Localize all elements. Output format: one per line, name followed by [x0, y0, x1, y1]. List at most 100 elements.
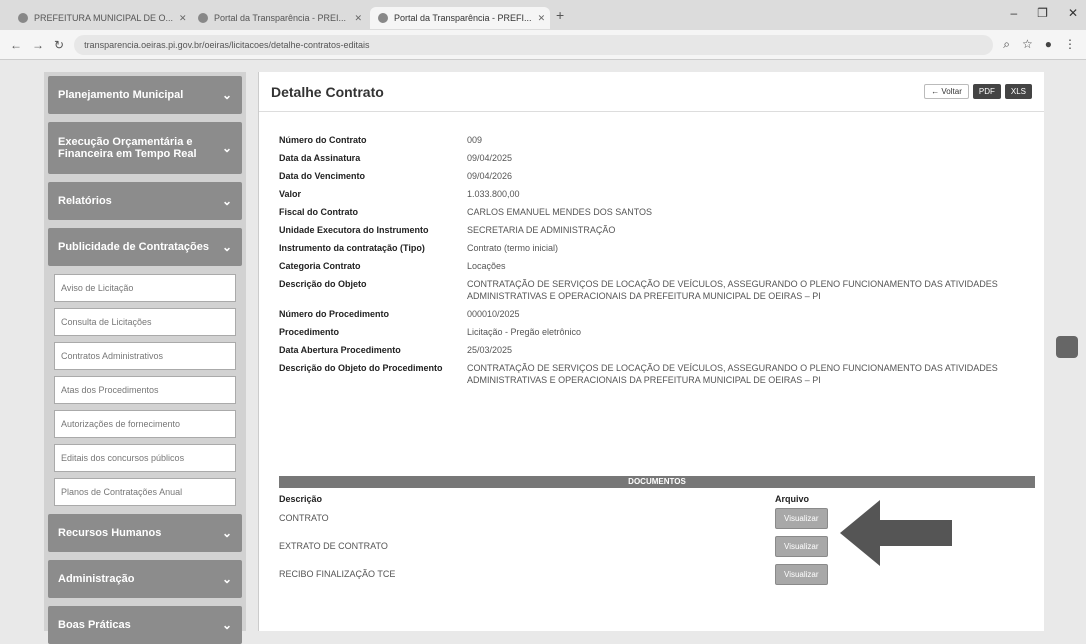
window-controls: – ❐ ✕ [1010, 6, 1078, 20]
detail-value: 1.033.800,00 [467, 189, 520, 199]
close-icon[interactable]: ✕ [354, 13, 362, 24]
view-button[interactable]: Visualizar [775, 507, 828, 529]
sidebar-item-contratos[interactable]: Contratos Administrativos [54, 342, 236, 370]
menu-dots-icon[interactable]: ⋮ [1064, 37, 1076, 52]
detail-value: CONTRATAÇÃO DE SERVIÇOS DE LOCAÇÃO DE VE… [467, 363, 998, 385]
document-description: CONTRATO [279, 513, 329, 523]
detail-row: Valor 1.033.800,00 [279, 188, 1019, 200]
pointer-arrow-icon [840, 500, 952, 566]
browser-tab-bar: PREFEITURA MUNICIPAL DE O... ✕ Portal da … [0, 0, 1086, 30]
forward-icon[interactable]: → [32, 38, 44, 52]
back-icon[interactable]: ← [10, 38, 22, 52]
zoom-icon[interactable]: ⌕ [1003, 37, 1010, 52]
detail-value: 09/04/2026 [467, 171, 513, 181]
tab-label: PREFEITURA MUNICIPAL DE O... [34, 13, 174, 23]
new-tab-icon[interactable]: + [556, 7, 564, 23]
favicon-icon [198, 13, 208, 23]
detail-label: Data Abertura Procedimento [279, 345, 401, 355]
detail-label: Valor [279, 189, 302, 199]
detail-label: Procedimento [279, 327, 340, 337]
url-field[interactable]: transparencia.oeiras.pi.gov.br/oeiras/li… [74, 34, 994, 55]
detail-row: Categoria Contrato Locações [279, 260, 1019, 272]
detail-label: Instrumento da contratação (Tipo) [279, 243, 425, 253]
detail-row: Data da Assinatura 09/04/2025 [279, 152, 1019, 164]
detail-row: Procedimento Licitação - Pregão eletrônic… [279, 326, 1019, 338]
pdf-button[interactable]: PDF [972, 84, 1001, 99]
detail-label: Descrição do Objeto [279, 279, 367, 289]
chevron-down-icon: ⌄ [221, 194, 232, 208]
sidebar-section-label: Planejamento Municipal [58, 89, 184, 101]
detail-value: SECRETARIA DE ADMINISTRAÇÃO [467, 225, 616, 235]
reload-icon[interactable]: ↻ [54, 38, 64, 52]
sidebar-section-publicidade[interactable]: Publicidade de Contratações ⌄ [48, 228, 242, 266]
favicon-icon [378, 13, 388, 23]
detail-row: Fiscal do Contrato CARLOS EMANUEL MENDES … [279, 206, 1019, 218]
window-close-icon[interactable]: ✕ [1068, 6, 1078, 20]
detail-row: Data do Vencimento 09/04/2026 [279, 170, 1019, 182]
detail-row: Número do Contrato 009 [279, 134, 1019, 146]
sidebar-item-consulta-licitacoes[interactable]: Consulta de Licitações [54, 308, 236, 336]
detail-row: Descrição do Objeto do Procedimento CONTR… [279, 362, 1019, 386]
sidebar-section-label: Execução Orçamentária e Financeira em Te… [58, 136, 197, 160]
sidebar-item-editais[interactable]: Editais dos concursos públicos [54, 444, 236, 472]
browser-tab-2[interactable]: Portal da Transparência - PREI... ✕ [190, 7, 370, 29]
sidebar-section-boas-praticas[interactable]: Boas Práticas ⌄ [48, 606, 242, 644]
detail-value: CONTRATAÇÃO DE SERVIÇOS DE LOCAÇÃO DE VE… [467, 279, 998, 301]
sidebar-section-label: Relatórios [58, 195, 112, 207]
contract-details: Número do Contrato 009 Data da Assinatura… [279, 134, 1019, 392]
browser-tab-3[interactable]: Portal da Transparência - PREFI... ✕ [370, 7, 550, 29]
sidebar-section-recursos-humanos[interactable]: Recursos Humanos ⌄ [48, 514, 242, 552]
document-description: RECIBO FINALIZAÇÃO TCE [279, 569, 396, 579]
sidebar-item-autorizacoes[interactable]: Autorizações de fornecimento [54, 410, 236, 438]
close-icon[interactable]: ✕ [538, 13, 546, 24]
detail-value: 09/04/2025 [467, 153, 513, 163]
sidebar-section-planejamento[interactable]: Planejamento Municipal ⌄ [48, 76, 242, 114]
sidebar-item-atas[interactable]: Atas dos Procedimentos [54, 376, 236, 404]
bookmark-star-icon[interactable]: ☆ [1022, 37, 1033, 52]
sidebar-section-execucao[interactable]: Execução Orçamentária e Financeira em Te… [48, 122, 242, 174]
col-file: Arquivo [775, 494, 810, 504]
sidebar-section-label: Publicidade de Contratações [58, 241, 209, 253]
detail-row: Instrumento da contratação (Tipo) Contrat… [279, 242, 1019, 254]
page-title: Detalhe Contrato [271, 83, 384, 100]
back-button[interactable]: ← Voltar [924, 84, 969, 99]
documents-title: DOCUMENTOS [279, 476, 1035, 488]
sidebar-item-planos[interactable]: Planos de Contratações Anual [54, 478, 236, 506]
sidebar-submenu: Aviso de Licitação Consulta de Licitaçõe… [48, 274, 242, 506]
sidebar-section-relatorios[interactable]: Relatórios ⌄ [48, 182, 242, 220]
sidebar-section-administracao[interactable]: Administração ⌄ [48, 560, 242, 598]
profile-icon[interactable]: ● [1045, 37, 1052, 52]
maximize-icon[interactable]: ❐ [1037, 6, 1048, 20]
url-text: transparencia.oeiras.pi.gov.br/oeiras/li… [84, 39, 370, 50]
minimize-icon[interactable]: – [1010, 6, 1017, 20]
detail-value: CARLOS EMANUEL MENDES DOS SANTOS [467, 207, 653, 217]
sidebar-item-aviso-licitacao[interactable]: Aviso de Licitação [54, 274, 236, 302]
detail-label: Data do Vencimento [279, 171, 366, 181]
document-description: EXTRATO DE CONTRATO [279, 541, 388, 551]
view-button[interactable]: Visualizar [775, 563, 828, 585]
detail-value: 009 [467, 135, 483, 145]
detail-row: Número do Procedimento 000010/2025 [279, 308, 1019, 320]
main-header: Detalhe Contrato ← Voltar PDF XLS [259, 72, 1044, 112]
address-bar: ← → ↻ transparencia.oeiras.pi.gov.br/oei… [0, 30, 1086, 60]
sidebar: Planejamento Municipal ⌄ Execução Orçamen… [44, 72, 246, 644]
chevron-down-icon: ⌄ [221, 618, 232, 632]
detail-label: Descrição do Objeto do Procedimento [279, 363, 443, 373]
chevron-down-icon: ⌄ [221, 526, 232, 540]
xls-button[interactable]: XLS [1004, 84, 1032, 99]
sidebar-section-label: Boas Práticas [58, 619, 131, 631]
detail-label: Data da Assinatura [279, 153, 361, 163]
close-icon[interactable]: ✕ [179, 13, 187, 24]
detail-value: Locações [467, 261, 506, 271]
browser-tab-1[interactable]: PREFEITURA MUNICIPAL DE O... ✕ [10, 7, 190, 29]
detail-label: Unidade Executora do Instrumento [279, 225, 429, 235]
detail-row: Unidade Executora do Instrumento SECRETAR… [279, 224, 1019, 236]
chevron-down-icon: ⌄ [221, 240, 232, 254]
favicon-icon [18, 13, 28, 23]
sidebar-section-label: Recursos Humanos [58, 527, 162, 539]
detail-value: 25/03/2025 [467, 345, 513, 355]
detail-row: Data Abertura Procedimento 25/03/2025 [279, 344, 1019, 356]
col-description: Descrição [279, 494, 323, 504]
view-button[interactable]: Visualizar [775, 535, 828, 557]
accessibility-float-icon[interactable] [1056, 336, 1078, 358]
